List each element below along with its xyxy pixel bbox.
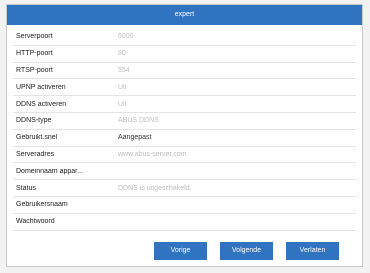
dialog-title: expert <box>7 5 362 25</box>
setting-label: DDNS-type <box>16 117 52 125</box>
setting-value[interactable]: Uit <box>112 84 127 91</box>
settings-row[interactable]: Gebruikersnaam <box>13 197 356 214</box>
settings-row[interactable]: Serverpoort 6000 <box>13 29 356 46</box>
setting-label: UPNP activeren <box>16 83 66 91</box>
setting-value[interactable]: Aangepast <box>112 134 151 141</box>
settings-row[interactable]: Status DDNS is uitgeschakeld. <box>13 180 356 197</box>
next-button[interactable]: Volgende <box>220 242 273 260</box>
setting-label: Status <box>16 184 36 192</box>
network-settings-dialog: expert Serverpoort 6000 HTTP-poort 80 RTSP-p… <box>6 4 363 267</box>
setting-value[interactable]: 6000 <box>112 33 134 40</box>
setting-label: RTSP-poort <box>16 66 53 74</box>
settings-row[interactable]: Gebruikt.snel Aangepast <box>13 130 356 147</box>
setting-label: Gebruikt.snel <box>16 134 58 142</box>
setting-value[interactable]: DDNS is uitgeschakeld. <box>112 185 192 192</box>
settings-row[interactable]: DDNS-type ABUS DDNS <box>13 113 356 130</box>
setting-label: HTTP-poort <box>16 50 53 58</box>
setting-label: Serveradres <box>16 150 55 158</box>
settings-row[interactable]: Domeinnaam appar... <box>13 163 356 181</box>
settings-row[interactable]: Serveradres www.abus-server.com <box>13 147 356 164</box>
setting-label: DDNS activeren <box>16 100 67 108</box>
settings-row[interactable]: UPNP activeren Uit <box>13 79 356 97</box>
setting-value[interactable]: 80 <box>112 50 126 57</box>
settings-list: Serverpoort 6000 HTTP-poort 80 RTSP-poort 554… <box>13 29 356 231</box>
settings-row[interactable]: HTTP-poort 80 <box>13 46 356 63</box>
setting-value[interactable]: ABUS DDNS <box>112 117 159 124</box>
settings-row[interactable]: Wachtwoord <box>13 214 356 231</box>
previous-button[interactable]: Vorige <box>154 242 207 260</box>
settings-row[interactable]: DDNS activeren Uit <box>13 96 356 113</box>
dialog-footer: Vorige Volgende Verlaten <box>7 242 362 260</box>
settings-row[interactable]: RTSP-poort 554 <box>13 63 356 80</box>
setting-value[interactable]: www.abus-server.com <box>112 151 186 158</box>
setting-value[interactable]: 554 <box>112 67 130 74</box>
exit-button[interactable]: Verlaten <box>286 242 339 260</box>
setting-label: Gebruikersnaam <box>16 201 68 209</box>
setting-label: Serverpoort <box>16 33 53 41</box>
setting-label: Domeinnaam appar... <box>16 167 83 175</box>
setting-value[interactable]: Uit <box>112 101 127 108</box>
setting-label: Wachtwoord <box>16 218 55 226</box>
